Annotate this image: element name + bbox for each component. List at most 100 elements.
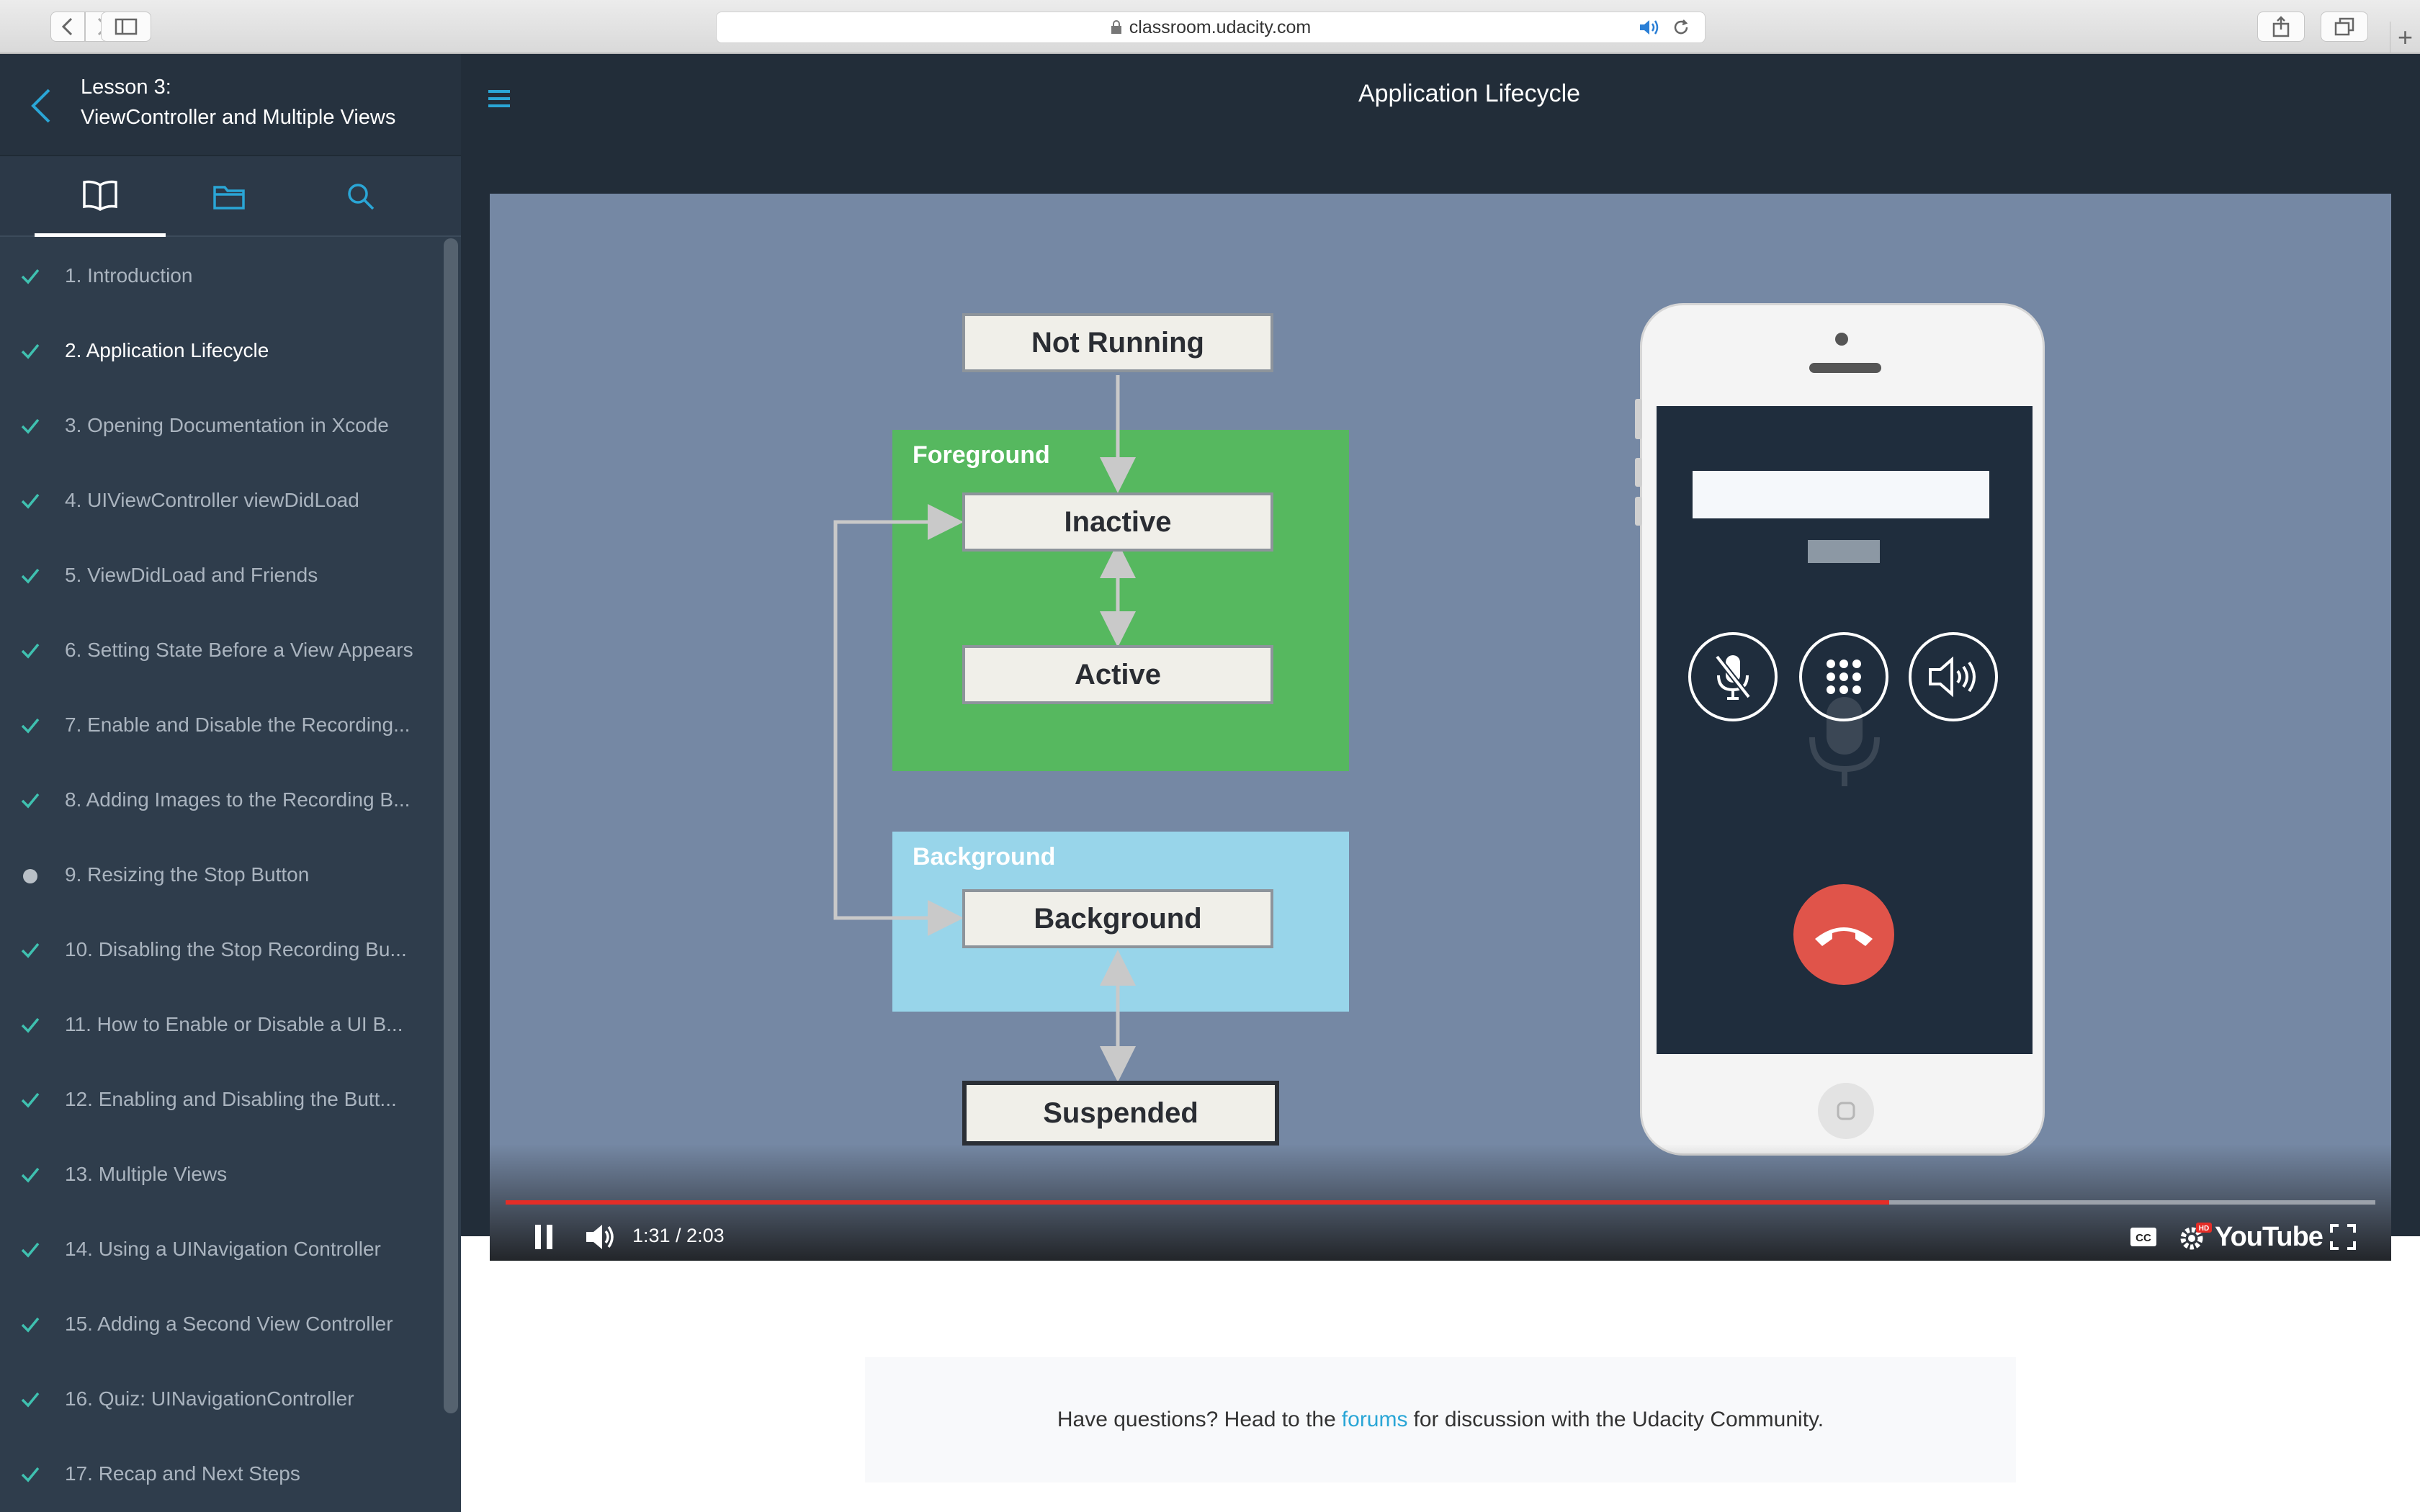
lesson-item[interactable]: 7. Enable and Disable the Recording... [0, 688, 441, 762]
lesson-item-label: 1. Introduction [65, 264, 193, 287]
show-tabs-button[interactable] [2321, 12, 2368, 42]
youtube-logo[interactable]: YouTube [2215, 1219, 2323, 1255]
main-content: Application Lifecycle Foreground Backgro… [461, 54, 2420, 1512]
back-arrow-icon[interactable] [24, 84, 60, 127]
forum-callout: Have questions? Head to the forums for d… [865, 1357, 2016, 1482]
lesson-item[interactable]: 6. Setting State Before a View Appears [0, 613, 441, 688]
checkmark-icon [21, 1017, 40, 1033]
checkmark-icon [21, 1242, 40, 1258]
progress-bar[interactable] [506, 1200, 2375, 1205]
svg-text:CC: CC [2136, 1232, 2151, 1244]
speakerphone-button [1909, 632, 1998, 721]
diagram-arrows [833, 375, 1136, 1082]
lesson-item-label: 10. Disabling the Stop Recording Bu... [65, 938, 407, 960]
captions-button[interactable]: CC [2125, 1219, 2162, 1255]
tabs-icon [2334, 17, 2354, 36]
checkmark-icon [21, 1392, 40, 1408]
lesson-item-label: 17. Recap and Next Steps [65, 1462, 300, 1485]
sidebar-tabs [0, 156, 461, 237]
sidebar-scrollbar[interactable] [444, 238, 458, 1413]
settings-button[interactable]: HD [2174, 1219, 2217, 1255]
show-sidebar-button[interactable] [101, 12, 151, 42]
folder-icon [213, 186, 245, 210]
forums-link[interactable]: forums [1342, 1408, 1408, 1432]
checkmark-icon [21, 1167, 40, 1183]
lesson-item[interactable]: 10. Disabling the Stop Recording Bu... [0, 912, 441, 987]
checkmark-icon [21, 643, 40, 659]
lesson-item[interactable]: 14. Using a UINavigation Controller [0, 1212, 441, 1287]
lesson-header: Lesson 3: ViewController and Multiple Vi… [0, 54, 461, 156]
lesson-item[interactable]: 16. Quiz: UINavigationController [0, 1362, 441, 1436]
lesson-item[interactable]: 15. Adding a Second View Controller [0, 1287, 441, 1362]
volume-icon [586, 1225, 614, 1249]
plus-icon: + [2397, 22, 2414, 52]
home-square-icon [1837, 1102, 1855, 1120]
speaker-icon[interactable] [1639, 18, 1660, 37]
keypad-button [1799, 632, 1888, 721]
speaker-icon [1929, 656, 1976, 698]
phone-earpiece [1809, 363, 1881, 373]
tab-resources[interactable] [163, 156, 295, 237]
phone-side-button [1635, 399, 1642, 439]
lesson-item[interactable]: 11. How to Enable or Disable a UI B... [0, 987, 441, 1062]
lesson-item-label: 5. ViewDidLoad and Friends [65, 564, 318, 586]
lesson-item[interactable]: 4. UIViewController viewDidLoad [0, 463, 441, 538]
concept-topbar: Application Lifecycle [461, 54, 2420, 138]
page-title: Application Lifecycle [1358, 80, 1581, 107]
lesson-item[interactable]: 13. Multiple Views [0, 1137, 441, 1212]
tab-concepts[interactable] [35, 156, 166, 237]
in-progress-dot-icon [23, 869, 37, 883]
reload-icon[interactable] [1672, 18, 1690, 37]
share-button[interactable] [2257, 12, 2305, 42]
lesson-item[interactable]: 5. ViewDidLoad and Friends [0, 538, 441, 613]
video-container: Foreground Background Not Running Inacti… [461, 138, 2420, 1261]
lesson-item-label: 4. UIViewController viewDidLoad [65, 489, 359, 511]
pause-button[interactable] [527, 1219, 560, 1255]
lesson-item-label: 13. Multiple Views [65, 1163, 228, 1185]
video-player[interactable]: Foreground Background Not Running Inacti… [490, 194, 2391, 1261]
tab-search[interactable] [295, 156, 426, 237]
home-button [1818, 1083, 1874, 1139]
progress-played [506, 1200, 1890, 1205]
gear-icon: HD [2180, 1223, 2212, 1250]
checkmark-icon [21, 343, 40, 359]
lock-icon [1111, 20, 1121, 34]
new-tab-button[interactable]: + [2390, 22, 2420, 53]
lesson-item[interactable]: 17. Recap and Next Steps [0, 1436, 441, 1511]
fullscreen-button[interactable] [2325, 1219, 2361, 1255]
checkmark-icon [21, 1092, 40, 1108]
lesson-item-label: 6. Setting State Before a View Appears [65, 639, 413, 661]
book-icon [83, 180, 117, 211]
lesson-item-label: 9. Resizing the Stop Button [65, 863, 310, 886]
checkmark-icon [21, 1317, 40, 1333]
caller-subtitle-placeholder [1808, 540, 1880, 563]
concept-list: 1. Introduction 2. Application Lifecycle 3… [0, 238, 441, 1511]
lesson-item[interactable]: 8. Adding Images to the Recording B... [0, 762, 441, 837]
lesson-item-label: 15. Adding a Second View Controller [65, 1313, 393, 1335]
lesson-item-label: 16. Quiz: UINavigationController [65, 1387, 354, 1410]
fullscreen-icon [2330, 1224, 2356, 1250]
lesson-item[interactable]: 9. Resizing the Stop Button [0, 837, 441, 912]
phone-side-button [1635, 458, 1642, 487]
lesson-item[interactable]: 1. Introduction [0, 238, 441, 313]
caller-name-placeholder [1693, 471, 1989, 518]
lesson-number: Lesson 3: [81, 76, 171, 99]
phone-side-button [1635, 497, 1642, 526]
closed-captions-icon: CC [2130, 1228, 2156, 1246]
phone-illustration [1635, 303, 2045, 1156]
lesson-item[interactable]: 2. Application Lifecycle [0, 313, 441, 388]
url-text: classroom.udacity.com [1129, 17, 1312, 37]
lesson-item[interactable]: 3. Opening Documentation in Xcode [0, 388, 441, 463]
keypad-icon [1827, 660, 1861, 694]
chevron-left-icon [61, 17, 73, 36]
state-active: Active [962, 645, 1273, 704]
mute-icon [1714, 654, 1752, 700]
volume-button[interactable] [581, 1219, 621, 1255]
forum-text-before: Have questions? Head to the [1057, 1408, 1336, 1431]
lesson-item[interactable]: 12. Enabling and Disabling the Butt... [0, 1062, 441, 1137]
back-button[interactable] [50, 12, 85, 42]
checkmark-icon [21, 793, 40, 809]
lesson-item-label: 8. Adding Images to the Recording B... [65, 788, 411, 811]
checkmark-icon [21, 269, 40, 284]
address-bar[interactable]: classroom.udacity.com [716, 12, 1706, 43]
